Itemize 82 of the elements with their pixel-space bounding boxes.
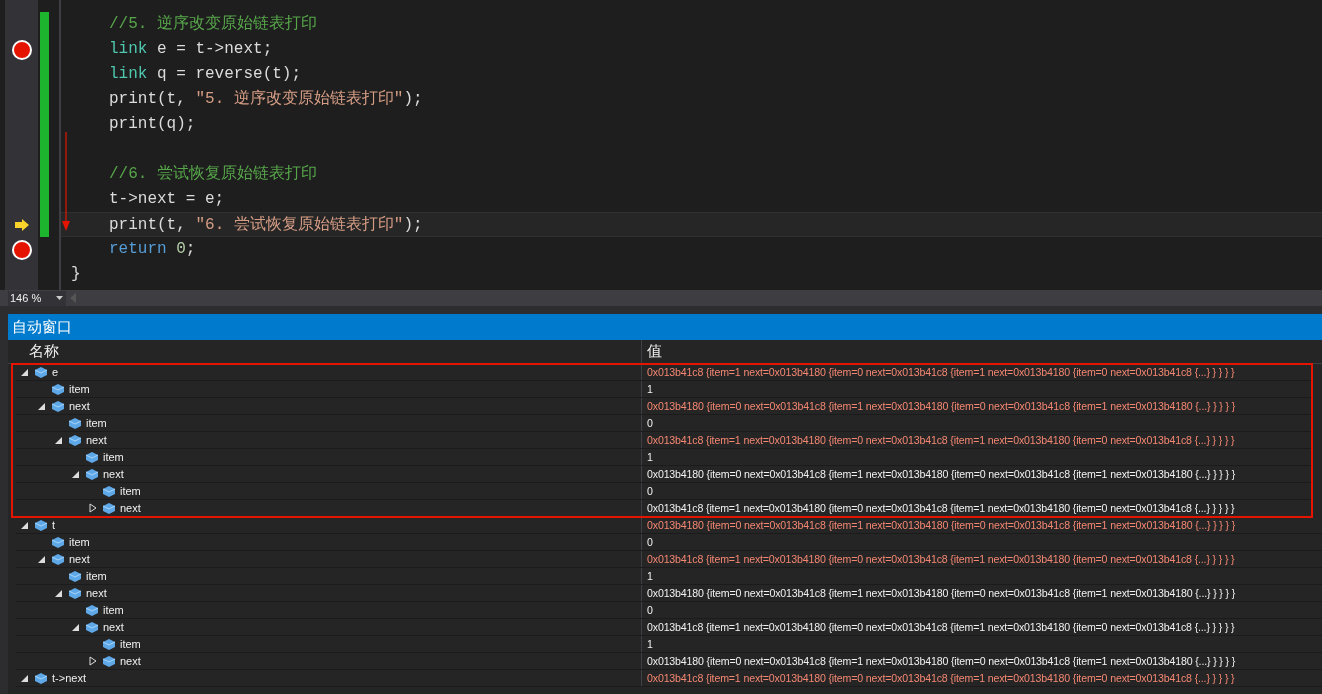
variable-icon	[51, 536, 65, 548]
collapse-arrow-icon[interactable]	[20, 367, 30, 377]
variable-name: next	[86, 433, 107, 448]
variable-icon	[68, 570, 82, 582]
variable-value: 0x013b4180 {item=0 next=0x013b41c8 {item=1 next=0x013b4180 {item=0 next=0x013b41c8 {item=1 next=0x013b4180 {...} } } } }	[646, 518, 1236, 533]
variable-value: 0x013b41c8 {item=1 next=0x013b4180 {item=0 next=0x013b41c8 {item=1 next=0x013b4180 {item=0 next=0x013b41c8 {...} } } } }	[646, 552, 1235, 567]
variable-value: 1	[646, 637, 653, 652]
caret-icon	[56, 296, 63, 300]
variable-value: 0x013b41c8 {item=1 next=0x013b4180 {item=0 next=0x013b41c8 {item=1 next=0x013b4180 {item=0 next=0x013b41c8 {...} } } } }	[646, 433, 1235, 448]
variable-icon	[85, 604, 99, 616]
variable-icon	[51, 553, 65, 565]
variable-name: item	[69, 382, 90, 397]
variable-icon	[34, 672, 48, 684]
collapse-arrow-icon[interactable]	[54, 435, 64, 445]
collapse-arrow-icon[interactable]	[71, 622, 81, 632]
variable-icon	[102, 502, 116, 514]
variable-name: item	[120, 637, 141, 652]
variable-icon	[51, 383, 65, 395]
variable-icon	[85, 468, 99, 480]
variable-value: 0	[646, 603, 653, 618]
variable-icon	[68, 587, 82, 599]
code-line: }	[70, 264, 82, 285]
variable-icon	[102, 485, 116, 497]
code-line: t->next = e;	[108, 189, 226, 210]
code-line: print(q);	[108, 114, 197, 135]
variable-icon	[102, 638, 116, 650]
variable-name: e	[52, 365, 59, 380]
variable-value: 0x013b41c8 {item=1 next=0x013b4180 {item=0 next=0x013b41c8 {item=1 next=0x013b4180 {item=0 next=0x013b41c8 {...} } } } }	[646, 620, 1235, 635]
variable-name: item	[69, 535, 90, 550]
variable-icon	[85, 451, 99, 463]
variable-icon	[51, 400, 65, 412]
code-line: link e = t->next;	[108, 39, 274, 60]
code-line: //6. 尝试恢复原始链表打印	[108, 164, 318, 185]
expand-arrow-icon[interactable]	[88, 656, 98, 666]
code-line: print(t, "5. 逆序改变原始链表打印");	[108, 88, 424, 110]
variable-name: item	[103, 450, 124, 465]
variable-value: 0x013b41c8 {item=1 next=0x013b4180 {item=0 next=0x013b41c8 {item=1 next=0x013b4180 {item=0 next=0x013b41c8 {...} } } } }	[646, 671, 1235, 686]
collapse-arrow-icon[interactable]	[20, 520, 30, 530]
variable-value: 1	[646, 382, 653, 397]
variable-name: item	[103, 603, 124, 618]
collapse-arrow-icon[interactable]	[71, 469, 81, 479]
variable-value: 0x013b4180 {item=0 next=0x013b41c8 {item=1 next=0x013b4180 {item=0 next=0x013b41c8 {item=1 next=0x013b4180 {...} } } } }	[646, 586, 1236, 601]
zoom-dropdown[interactable]: 146 %	[8, 290, 66, 306]
variable-name: next	[86, 586, 107, 601]
variable-value: 1	[646, 569, 653, 584]
variable-name: next	[69, 552, 90, 567]
variable-value: 0	[646, 535, 653, 550]
variable-name: next	[120, 501, 141, 516]
variable-value: 0	[646, 416, 653, 431]
variable-value: 0x013b4180 {item=0 next=0x013b41c8 {item=1 next=0x013b4180 {item=0 next=0x013b41c8 {item=1 next=0x013b4180 {...} } } } }	[646, 467, 1236, 482]
variable-icon	[102, 655, 116, 667]
variable-name: next	[103, 467, 124, 482]
variable-icon	[68, 434, 82, 446]
code-line: link q = reverse(t);	[108, 64, 303, 85]
code-line: return 0;	[108, 239, 197, 260]
column-header: 名称	[29, 342, 59, 359]
panel-title: 自动窗口	[12, 316, 72, 337]
variable-name: item	[86, 569, 107, 584]
expand-arrow-icon[interactable]	[88, 503, 98, 513]
variable-icon	[85, 621, 99, 633]
column-header: 值	[647, 342, 662, 359]
variable-value: 0x013b4180 {item=0 next=0x013b41c8 {item=1 next=0x013b4180 {item=0 next=0x013b41c8 {item=1 next=0x013b4180 {...} } } } }	[646, 654, 1236, 669]
variable-name: next	[103, 620, 124, 635]
collapse-arrow-icon[interactable]	[37, 401, 47, 411]
variable-value: 1	[646, 450, 653, 465]
variable-icon	[34, 366, 48, 378]
variable-value: 0x013b41c8 {item=1 next=0x013b4180 {item=0 next=0x013b41c8 {item=1 next=0x013b4180 {item=0 next=0x013b41c8 {...} } } } }	[646, 365, 1235, 380]
variable-name: next	[69, 399, 90, 414]
variable-icon	[68, 417, 82, 429]
variable-name: t->next	[52, 671, 86, 686]
collapse-arrow-icon[interactable]	[20, 673, 30, 683]
collapse-arrow-icon[interactable]	[54, 588, 64, 598]
collapse-arrow-icon[interactable]	[37, 554, 47, 564]
variable-name: item	[86, 416, 107, 431]
variable-value: 0x013b41c8 {item=1 next=0x013b4180 {item=0 next=0x013b41c8 {item=1 next=0x013b4180 {item=0 next=0x013b41c8 {...} } } } }	[646, 501, 1235, 516]
variable-icon	[34, 519, 48, 531]
variable-name: next	[120, 654, 141, 669]
variable-value: 0	[646, 484, 653, 499]
variable-value: 0x013b4180 {item=0 next=0x013b41c8 {item=1 next=0x013b4180 {item=0 next=0x013b41c8 {item=1 next=0x013b4180 {...} } } } }	[646, 399, 1236, 414]
code-line: //5. 逆序改变原始链表打印	[108, 13, 318, 35]
variable-name: t	[52, 518, 56, 533]
variable-name: item	[120, 484, 141, 499]
